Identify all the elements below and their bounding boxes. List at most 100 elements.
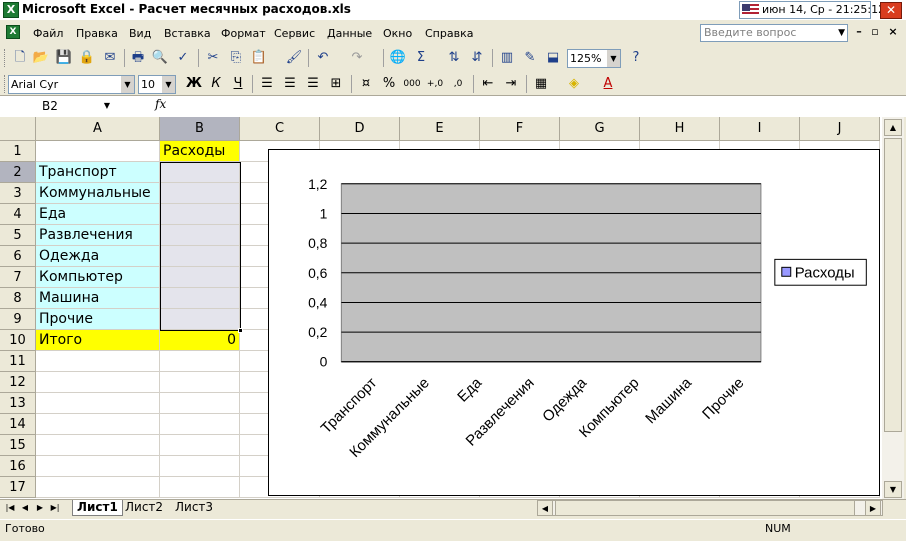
cell-A7[interactable]: Компьютер — [36, 267, 160, 288]
chart[interactable]: 00,20,40,60,811,2 ТранспортКоммунальные Е… — [268, 149, 880, 496]
sheet-tab-2[interactable]: Лист2 — [121, 500, 167, 516]
column-header-H[interactable]: H — [640, 117, 720, 141]
redo-icon[interactable]: ↷ — [347, 48, 367, 68]
font-select[interactable]: Arial Cyr ▼ — [8, 75, 135, 94]
close-button[interactable]: ✕ — [880, 2, 902, 19]
scroll-left-icon[interactable]: ◀ — [537, 500, 553, 516]
scroll-down-icon[interactable]: ▼ — [884, 481, 902, 498]
cell-A8[interactable]: Машина — [36, 288, 160, 309]
comma-style-icon[interactable]: 000 — [402, 74, 422, 94]
chevron-down-icon[interactable]: ▼ — [104, 97, 110, 115]
menu-format[interactable]: Формат — [221, 27, 266, 40]
autosum-icon[interactable]: Σ — [411, 48, 431, 68]
cell-B8[interactable] — [160, 288, 240, 309]
column-header-J[interactable]: J — [800, 117, 880, 141]
cell-B11[interactable] — [160, 351, 240, 372]
row-header-12[interactable]: 12 — [0, 372, 36, 393]
bold-button[interactable]: Ж — [184, 74, 204, 94]
row-header-6[interactable]: 6 — [0, 246, 36, 267]
cut-icon[interactable]: ✂ — [203, 48, 223, 68]
menu-file[interactable]: Файл — [33, 27, 63, 40]
cell-A2[interactable]: Транспорт — [36, 162, 160, 183]
cell-A11[interactable] — [36, 351, 160, 372]
next-sheet-icon[interactable]: ▶ — [34, 501, 46, 515]
help-search-input[interactable]: Введите вопрос ▼ — [700, 24, 848, 42]
column-header-D[interactable]: D — [320, 117, 400, 141]
permission-icon[interactable]: 🔒 — [77, 48, 97, 68]
cell-B9[interactable] — [160, 309, 240, 330]
name-box[interactable]: B2 ▼ — [2, 97, 114, 115]
cell-A13[interactable] — [36, 393, 160, 414]
undo-icon[interactable]: ↶ — [313, 48, 333, 68]
increase-indent-icon[interactable]: ⇥ — [501, 74, 521, 94]
help-icon[interactable]: ? — [626, 48, 646, 68]
cell-A3[interactable]: Коммунальные — [36, 183, 160, 204]
row-header-4[interactable]: 4 — [0, 204, 36, 225]
row-header-5[interactable]: 5 — [0, 225, 36, 246]
cell-A15[interactable] — [36, 435, 160, 456]
cell-B7[interactable] — [160, 267, 240, 288]
font-color-icon[interactable]: A — [598, 74, 618, 94]
cell-A14[interactable] — [36, 414, 160, 435]
column-header-F[interactable]: F — [480, 117, 560, 141]
toolbar-grip[interactable] — [4, 49, 7, 67]
row-header-15[interactable]: 15 — [0, 435, 36, 456]
cell-A1[interactable] — [36, 141, 160, 162]
column-header-I[interactable]: I — [720, 117, 800, 141]
cell-A5[interactable]: Развлечения — [36, 225, 160, 246]
cell-A17[interactable] — [36, 477, 160, 498]
cell-A10[interactable]: Итого — [36, 330, 160, 351]
cell-B1[interactable]: Расходы — [160, 141, 240, 162]
column-header-A[interactable]: A — [36, 117, 160, 141]
row-header-2[interactable]: 2 — [0, 162, 36, 183]
percent-icon[interactable]: % — [379, 74, 399, 94]
pdf-icon[interactable]: ⬓ — [543, 48, 563, 68]
cell-A6[interactable]: Одежда — [36, 246, 160, 267]
row-header-10[interactable]: 10 — [0, 330, 36, 351]
chevron-down-icon[interactable]: ▼ — [607, 50, 620, 67]
align-center-icon[interactable]: ☰ — [280, 74, 300, 94]
preview-icon[interactable]: 🔍 — [150, 48, 170, 68]
fill-color-icon[interactable]: ◈ — [564, 74, 584, 94]
row-header-16[interactable]: 16 — [0, 456, 36, 477]
cell-B16[interactable] — [160, 456, 240, 477]
chevron-down-icon[interactable]: ▼ — [121, 76, 134, 93]
sort-descending-icon[interactable]: ⇵ — [467, 48, 487, 68]
save-icon[interactable]: 💾 — [54, 48, 74, 68]
copy-icon[interactable]: ⎘ — [226, 48, 246, 68]
cell-B13[interactable] — [160, 393, 240, 414]
chart-wizard-icon[interactable]: ▥ — [497, 48, 517, 68]
cell-B2[interactable] — [160, 162, 240, 183]
row-header-14[interactable]: 14 — [0, 414, 36, 435]
scroll-right-icon[interactable]: ▶ — [865, 500, 881, 516]
sheet-tab-3[interactable]: Лист3 — [171, 500, 217, 516]
decrease-decimal-icon[interactable]: ,0 — [448, 74, 468, 94]
cell-B15[interactable] — [160, 435, 240, 456]
merge-center-icon[interactable]: ⊞ — [326, 74, 346, 94]
row-header-13[interactable]: 13 — [0, 393, 36, 414]
drawing-icon[interactable]: ✎ — [520, 48, 540, 68]
format-painter-icon[interactable]: 🖌 — [284, 48, 304, 68]
row-header-7[interactable]: 7 — [0, 267, 36, 288]
column-header-E[interactable]: E — [400, 117, 480, 141]
cell-B4[interactable] — [160, 204, 240, 225]
row-header-11[interactable]: 11 — [0, 351, 36, 372]
fx-icon[interactable]: fx — [155, 97, 166, 111]
minimize-icon[interactable]: – — [852, 25, 866, 39]
align-left-icon[interactable]: ☰ — [257, 74, 277, 94]
menu-data[interactable]: Данные — [327, 27, 372, 40]
borders-icon[interactable]: ▦ — [531, 74, 551, 94]
fill-handle[interactable] — [238, 328, 243, 333]
decrease-indent-icon[interactable]: ⇤ — [478, 74, 498, 94]
last-sheet-icon[interactable]: ▶| — [49, 501, 61, 515]
increase-decimal-icon[interactable]: +,0 — [425, 74, 445, 94]
cell-A16[interactable] — [36, 456, 160, 477]
cell-B14[interactable] — [160, 414, 240, 435]
horizontal-scroll-thumb[interactable] — [555, 500, 855, 516]
formula-input[interactable] — [175, 99, 875, 115]
cell-B10[interactable]: 0 — [160, 330, 240, 351]
cell-B5[interactable] — [160, 225, 240, 246]
row-header-8[interactable]: 8 — [0, 288, 36, 309]
vertical-scroll-thumb[interactable] — [884, 138, 902, 432]
toolbar-grip[interactable] — [4, 75, 7, 93]
